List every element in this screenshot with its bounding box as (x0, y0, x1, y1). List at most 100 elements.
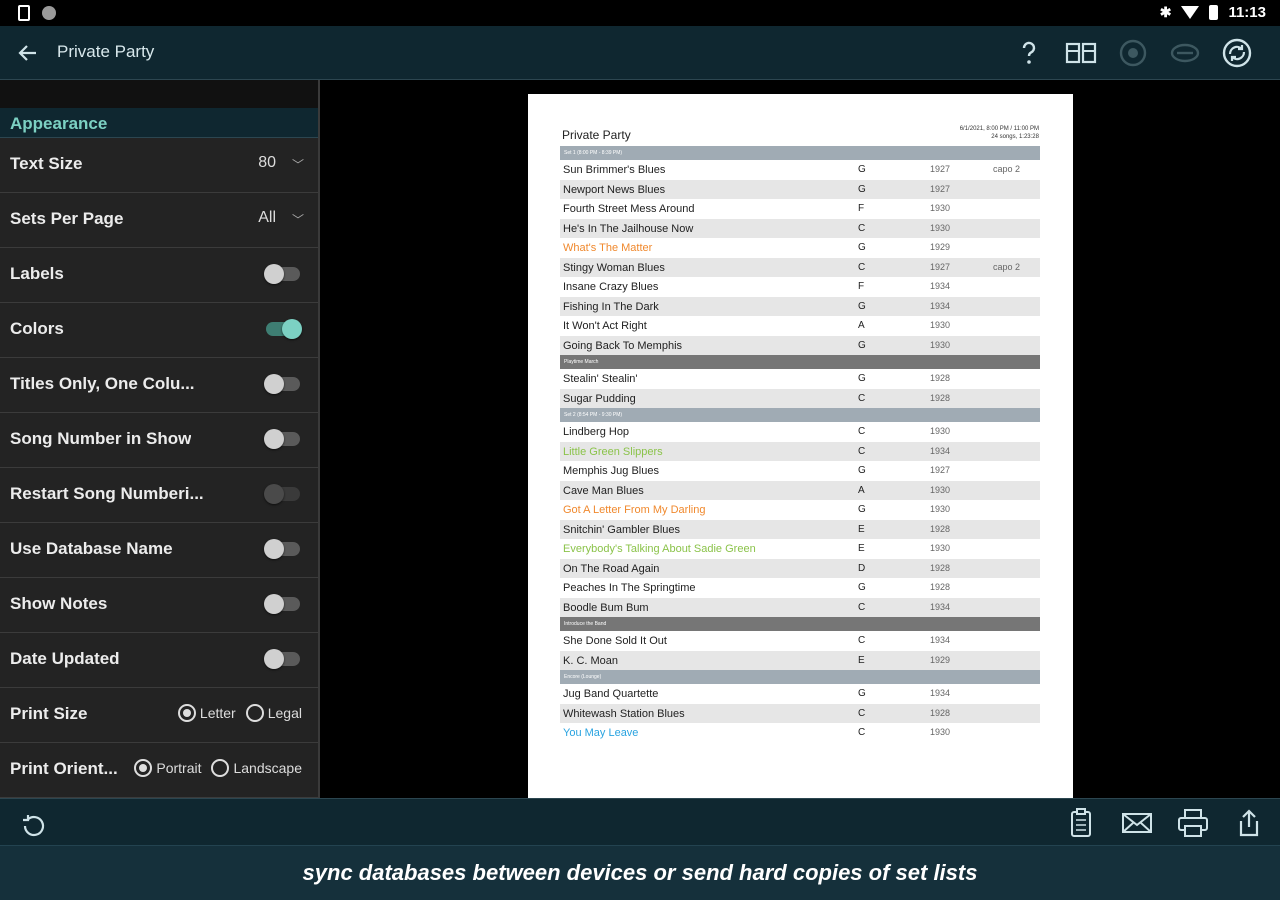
setting-label: Colors (10, 319, 64, 338)
print-preview-page: Private Party 6/1/2021, 8:00 PM / 11:00 … (528, 94, 1073, 798)
radio-label: Legal (267, 705, 302, 721)
song-year: 1927 (930, 164, 951, 174)
song-year: 1928 (930, 582, 951, 592)
cloud-sync-icon[interactable] (1168, 36, 1202, 70)
help-icon[interactable] (1012, 36, 1046, 70)
setting-label: Labels (10, 264, 64, 283)
song-row: Newport News Blues G 1927 (560, 179, 1040, 199)
song-title: She Done Sold It Out (563, 635, 667, 647)
email-icon[interactable] (1120, 807, 1154, 839)
setting-toggle-row[interactable]: Song Number in Show (0, 413, 318, 468)
setting-value: 80 (258, 154, 276, 171)
song-year: 1929 (930, 242, 951, 252)
radio-letter[interactable]: Letter (177, 704, 236, 722)
song-title: Sun Brimmer's Blues (563, 164, 666, 176)
back-arrow-icon[interactable] (14, 39, 42, 67)
setting-sets-per-page[interactable]: Sets Per Page All ﹀ (0, 193, 318, 248)
song-row: On The Road Again D 1928 (560, 558, 1040, 578)
setting-label: Print Orient... (10, 759, 118, 778)
setting-text-size[interactable]: Text Size 80 ﹀ (0, 138, 318, 193)
song-key: C (858, 635, 866, 646)
song-title: K. C. Moan (563, 654, 619, 667)
song-year: 1930 (930, 504, 951, 514)
chevron-down-icon[interactable]: ﹀ (292, 156, 304, 173)
song-row: Peaches In The Springtime G 1928 (560, 578, 1040, 598)
status-bar: ✱ 11:13 (0, 0, 1280, 26)
radio-legal[interactable]: Legal (245, 704, 302, 722)
setting-label: Use Database Name (10, 539, 173, 558)
song-key: G (858, 504, 866, 515)
toggle-switch[interactable] (264, 649, 300, 669)
song-key: G (858, 688, 866, 699)
song-title: Boodle Bum Bum (563, 601, 649, 614)
setting-toggle-row[interactable]: Titles Only, One Colu... (0, 358, 318, 413)
toggle-switch[interactable] (264, 539, 300, 559)
song-year: 1930 (930, 203, 951, 213)
song-title: Fourth Street Mess Around (563, 203, 695, 215)
song-year: 1927 (930, 465, 951, 475)
song-year: 1934 (930, 445, 951, 456)
printer-icon[interactable] (1176, 807, 1210, 839)
setting-toggle-row[interactable]: Use Database Name (0, 523, 318, 578)
toggle-switch (264, 484, 300, 504)
setting-toggle-row[interactable]: Date Updated (0, 633, 318, 688)
section-header-appearance: Appearance (0, 108, 318, 138)
sync-device-icon[interactable] (1116, 36, 1150, 70)
song-key: G (858, 339, 866, 351)
song-key: C (858, 222, 866, 234)
song-row: Snitchin' Gambler Blues E 1928 (560, 519, 1040, 539)
radio-portrait[interactable]: Portrait (134, 759, 201, 777)
radio-button[interactable] (245, 704, 264, 722)
song-year: 1934 (930, 300, 951, 311)
toggle-switch[interactable] (266, 319, 302, 339)
radio-button[interactable] (134, 759, 153, 777)
toggle-knob (264, 264, 284, 284)
song-key: G (858, 164, 866, 175)
song-title: Got A Letter From My Darling (563, 504, 706, 516)
clipboard-icon[interactable] (1064, 807, 1098, 839)
reset-icon[interactable] (16, 810, 50, 842)
song-title: On The Road Again (563, 562, 660, 575)
document-title: Private Party (562, 128, 631, 142)
song-note: capo 2 (993, 164, 1021, 174)
song-key: C (858, 392, 866, 404)
setting-toggle-row[interactable]: Labels (0, 248, 318, 303)
song-year: 1928 (930, 373, 951, 383)
chevron-down-icon[interactable]: ﹀ (292, 211, 304, 228)
song-title: Snitchin' Gambler Blues (563, 523, 681, 536)
song-title: Lindberg Hop (563, 426, 630, 438)
song-row: Everybody's Talking About Sadie Green E 19… (560, 539, 1040, 559)
toggle-switch[interactable] (264, 374, 300, 394)
toggle-knob (264, 484, 284, 504)
setting-toggle-row[interactable]: Colors (0, 303, 318, 358)
toggle-switch[interactable] (264, 429, 300, 449)
song-year: 1928 (930, 392, 951, 403)
refresh-sync-icon[interactable] (1220, 36, 1254, 70)
toggle-switch[interactable] (264, 594, 300, 614)
song-year: 1928 (930, 523, 951, 534)
song-year: 1927 (930, 261, 951, 272)
share-icon[interactable] (1232, 807, 1266, 839)
setting-toggle-row[interactable]: Show Notes (0, 578, 318, 633)
app-root: ✱ 11:13 Private Party Appearance Text Si… (0, 0, 1280, 900)
song-title: Peaches In The Springtime (563, 582, 696, 594)
song-key: C (858, 261, 866, 273)
song-key: C (858, 707, 866, 719)
song-row: Jug Band Quartette G 1934 (560, 684, 1040, 704)
phone-icon (18, 5, 30, 21)
setting-value: All (258, 209, 276, 226)
setting-toggle-row[interactable]: Restart Song Numberi... (0, 468, 318, 523)
radio-landscape[interactable]: Landscape (211, 759, 302, 777)
song-key: G (858, 465, 866, 476)
radio-button[interactable] (177, 704, 196, 722)
document-meta: 6/1/2021, 8:00 PM / 11:00 PM 24 songs, 1… (960, 125, 1039, 141)
print-preview-area[interactable]: Private Party 6/1/2021, 8:00 PM / 11:00 … (322, 80, 1280, 798)
radio-button[interactable] (211, 759, 230, 777)
layout-columns-icon[interactable] (1064, 36, 1098, 70)
song-year: 1930 (930, 543, 951, 553)
document-meta-date: 6/1/2021, 8:00 PM / 11:00 PM (959, 126, 1039, 132)
setting-print-orientation: Print Orient... Portrait Landscape (0, 743, 318, 798)
wifi-icon (1181, 6, 1200, 19)
toggle-switch[interactable] (264, 264, 300, 284)
song-key: D (858, 562, 866, 574)
